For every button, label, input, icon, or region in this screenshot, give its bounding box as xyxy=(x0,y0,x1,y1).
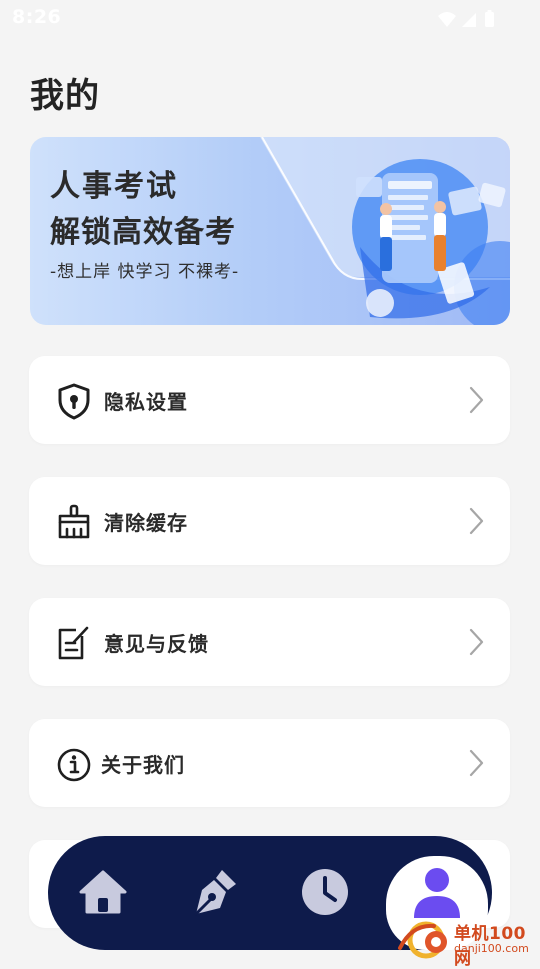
banner-title: 人事考试 xyxy=(50,169,178,204)
watermark-url: danji100.com xyxy=(454,942,529,955)
status-icons xyxy=(438,10,494,27)
page-title: 我的 xyxy=(30,76,100,116)
broom-icon xyxy=(58,504,90,539)
wifi-icon xyxy=(438,12,456,27)
user-icon[interactable] xyxy=(409,864,465,920)
edit-note-icon xyxy=(58,626,89,660)
menu-item-label: 关于我们 xyxy=(101,753,185,777)
chevron-right-icon xyxy=(469,386,484,414)
menu-item-label: 隐私设置 xyxy=(104,390,188,414)
watermark-logo xyxy=(398,921,447,959)
chevron-right-icon xyxy=(469,628,484,656)
chevron-right-icon xyxy=(469,507,484,535)
watermark: 单机100网 danji100.com xyxy=(392,918,540,969)
battery-icon xyxy=(485,10,494,27)
chevron-right-icon xyxy=(469,749,484,777)
menu-item-feedback[interactable]: 意见与反馈 xyxy=(29,598,510,686)
menu-item-label: 意见与反馈 xyxy=(104,632,209,656)
clock-icon[interactable] xyxy=(297,864,353,920)
info-icon xyxy=(57,748,91,782)
banner-slogan: -想上岸 快学习 不裸考- xyxy=(50,262,240,282)
cellular-signal-icon xyxy=(462,13,476,27)
menu-item-clear-cache[interactable]: 清除缓存 xyxy=(29,477,510,565)
menu-item-label: 清除缓存 xyxy=(104,511,188,535)
promo-banner[interactable]: 人事考试 解锁高效备考 -想上岸 快学习 不裸考- xyxy=(30,137,510,325)
home-icon[interactable] xyxy=(75,864,131,920)
menu-item-about-us[interactable]: 关于我们 xyxy=(29,719,510,807)
shield-lock-icon xyxy=(58,383,90,420)
banner-subtitle: 解锁高效备考 xyxy=(50,215,236,250)
pen-nib-icon[interactable] xyxy=(186,864,242,920)
status-time: 8:26 xyxy=(12,6,62,28)
menu-item-privacy-settings[interactable]: 隐私设置 xyxy=(29,356,510,444)
status-bar: 8:26 xyxy=(0,0,540,36)
